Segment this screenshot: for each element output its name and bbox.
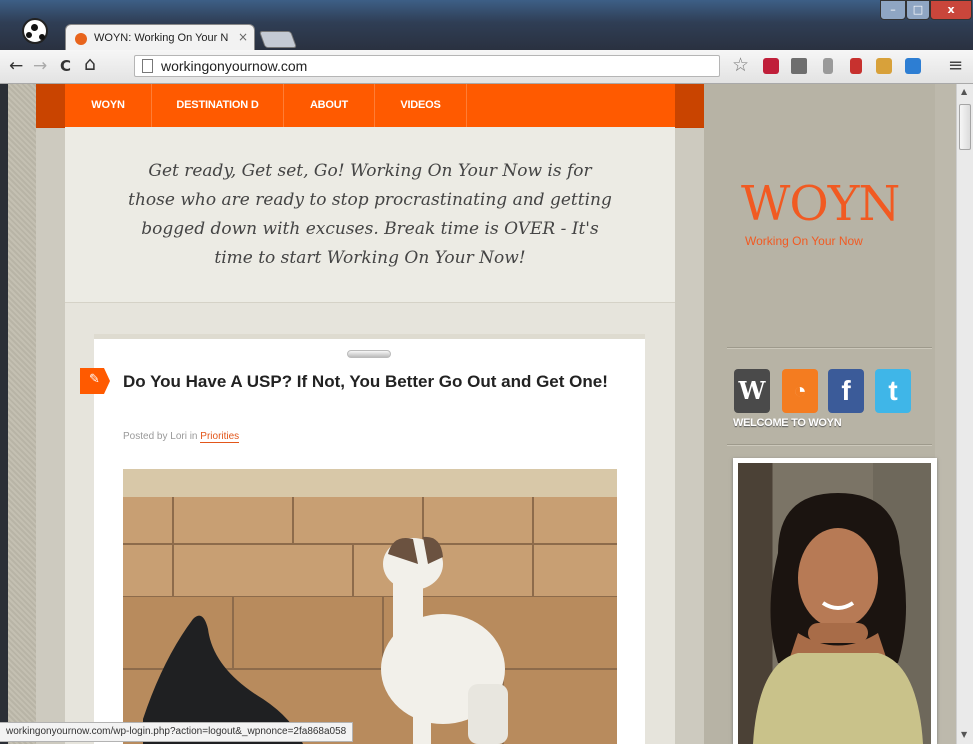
home-icon[interactable]: ⌂ [84, 54, 96, 74]
nav-item-woyn[interactable]: WOYN [65, 84, 152, 127]
site-navbar: WOYN DESTINATION D ABOUT VIDEOS [36, 84, 704, 128]
screen-capture-icon[interactable] [905, 58, 921, 74]
rss-icon[interactable]: ◔ [782, 369, 818, 413]
scroll-down-arrow-icon[interactable]: ▼ [961, 730, 967, 739]
site-logo[interactable]: WOYN [741, 180, 900, 228]
right-sidebar: WOYN Working On Your Now W ◔ f t WELCOME… [704, 84, 937, 744]
soccer-ball-icon [22, 18, 48, 44]
new-tab-button[interactable] [258, 31, 298, 48]
nav-item-videos[interactable]: VIDEOS [375, 84, 467, 127]
dog-photo-illustration [123, 469, 617, 744]
post-format-badge: ✎ [80, 368, 110, 394]
hero-section: Get ready, Get set, Go! Working On Your … [65, 127, 675, 303]
site-logo-subtitle: Working On Your Now [745, 234, 863, 248]
close-window-button[interactable]: x [930, 0, 972, 20]
status-bar-url: workingonyournow.com/wp-login.php?action… [0, 722, 354, 742]
browser-toolbar: ← → C ⌂ workingonyournow.com ☆ ≡ [0, 50, 973, 84]
menu-icon[interactable]: ≡ [948, 55, 963, 76]
portrait-illustration [753, 493, 923, 744]
tab-close-icon[interactable]: × [238, 30, 248, 44]
vertical-scrollbar[interactable]: ▲ ▼ [956, 84, 973, 744]
facebook-icon[interactable]: f [828, 369, 864, 413]
navbar-right-edge [675, 84, 704, 127]
navbar-left-edge [36, 84, 65, 127]
author-portrait-frame [733, 458, 937, 744]
page-icon [142, 59, 153, 73]
post-meta: Posted by Lori in Priorities [123, 431, 240, 443]
reload-icon[interactable]: C [60, 56, 71, 76]
extension-icon[interactable] [823, 58, 833, 74]
minimize-button[interactable]: – [880, 0, 906, 20]
author-portrait-image [738, 463, 931, 744]
post-category-link[interactable]: Priorities [200, 431, 240, 443]
lastpass-icon[interactable] [763, 58, 779, 74]
forward-arrow-icon[interactable]: → [33, 56, 47, 76]
nav-item-destination-d[interactable]: DESTINATION D [152, 84, 284, 127]
tab-title: WOYN: Working On Your N [94, 32, 229, 44]
left-background-strip [8, 84, 36, 744]
notes-icon[interactable] [876, 58, 892, 74]
twitter-icon[interactable]: t [875, 369, 911, 413]
bookmark-star-icon[interactable]: ☆ [732, 54, 749, 76]
wordpress-icon[interactable]: W [734, 369, 770, 413]
sidebar-divider [727, 444, 932, 445]
back-arrow-icon[interactable]: ← [9, 56, 23, 76]
window-controls: – □ x [880, 0, 972, 22]
page-viewport: WOYN DESTINATION D ABOUT VIDEOS Get read… [8, 84, 956, 744]
bookmark-icon[interactable] [850, 58, 862, 74]
welcome-heading: WELCOME TO WOYN [733, 417, 842, 429]
site-favicon-icon [75, 33, 87, 45]
post-author-text: Posted by Lori in [123, 431, 198, 442]
scroll-thumb[interactable] [959, 104, 971, 150]
post-title-link[interactable]: Do You Have A USP? If Not, You Better Go… [123, 371, 613, 392]
site-tagline: Get ready, Get set, Go! Working On Your … [128, 161, 612, 268]
evernote-icon[interactable] [791, 58, 807, 74]
maximize-button[interactable]: □ [906, 0, 930, 20]
nav-item-about[interactable]: ABOUT [284, 84, 375, 127]
sidebar-divider [727, 347, 932, 348]
pencil-icon: ✎ [89, 372, 100, 387]
scroll-up-arrow-icon[interactable]: ▲ [961, 87, 967, 96]
url-text: workingonyournow.com [161, 58, 308, 74]
address-bar[interactable]: workingonyournow.com [134, 55, 720, 77]
browser-tab[interactable]: WOYN: Working On Your N × [65, 24, 255, 52]
browser-titlebar: WOYN: Working On Your N × – □ x [0, 0, 973, 52]
post-featured-image[interactable] [123, 469, 617, 744]
paper-clip-decoration [347, 350, 391, 358]
